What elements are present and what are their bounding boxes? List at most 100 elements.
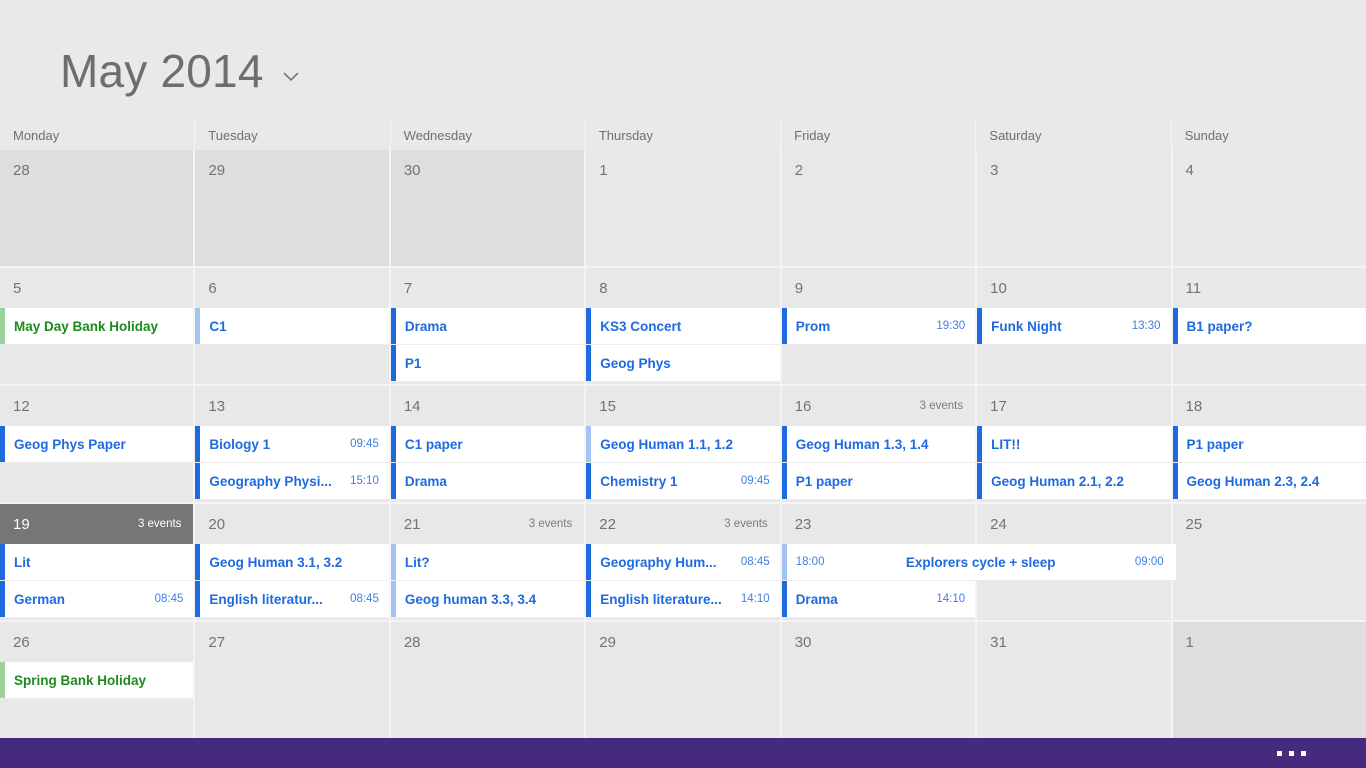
day-number: 10: [990, 279, 1007, 297]
event-item[interactable]: Geog Human 1.3, 1.4: [781, 426, 976, 463]
day-cell-3[interactable]: 3: [975, 150, 1171, 266]
month-selector[interactable]: May 2014: [60, 48, 302, 94]
day-cell-1[interactable]: 1: [1170, 622, 1366, 738]
event-item[interactable]: Biology 1 09:45: [195, 426, 389, 463]
day-cell-18[interactable]: 18 P1 paper Geog Human 2.3, 2.4: [1170, 386, 1366, 502]
event-item[interactable]: German 08:45: [0, 581, 194, 618]
day-cell-11[interactable]: 11 B1 paper?: [1170, 268, 1366, 384]
event-item[interactable]: Spring Bank Holiday: [0, 662, 194, 699]
day-cell-29[interactable]: 29: [584, 622, 780, 738]
event-item[interactable]: KS3 Concert: [586, 308, 780, 345]
event-item[interactable]: C1 paper: [390, 426, 585, 463]
day-number: 9: [794, 279, 804, 297]
day-header: 15: [586, 386, 779, 426]
day-events: [0, 190, 193, 266]
event-item[interactable]: B1 paper?: [1172, 308, 1366, 345]
event-title: Geog human 3.3, 3.4: [404, 591, 537, 607]
day-cell-27[interactable]: 27: [193, 622, 389, 738]
event-item[interactable]: Drama 14:10: [781, 581, 976, 618]
event-accent-bar: [0, 308, 5, 344]
day-cell-15[interactable]: 15 Geog Human 1.1, 1.2 Chemistry 1 09:45: [584, 386, 780, 502]
week-row: 12 Geog Phys Paper 13 Biology 1 09:45 Geograp…: [0, 386, 1366, 504]
day-cell-22[interactable]: 22 3 events Geography Hum... 08:45 English l…: [584, 504, 780, 620]
event-item[interactable]: C1: [195, 308, 389, 345]
event-item-spanning[interactable]: 18:00 Explorers cycle + sleep 09:00: [781, 544, 1176, 581]
day-cell-26[interactable]: 26 Spring Bank Holiday: [0, 622, 194, 738]
day-number: 15: [599, 397, 616, 415]
event-title: P1 paper: [1186, 436, 1244, 452]
day-cell-30[interactable]: 30: [388, 150, 585, 266]
chevron-down-icon[interactable]: [280, 65, 302, 87]
event-item[interactable]: Lit: [0, 544, 194, 581]
day-cell-2[interactable]: 2: [779, 150, 976, 266]
day-cell-9[interactable]: 9 Prom 19:30: [779, 268, 976, 384]
day-cell-31[interactable]: 31: [975, 622, 1171, 738]
day-events: [782, 190, 975, 266]
day-cell-5[interactable]: 5 May Day Bank Holiday: [0, 268, 194, 384]
day-number: 4: [1185, 161, 1194, 179]
event-item[interactable]: Geog Phys Paper: [0, 426, 194, 463]
event-item[interactable]: May Day Bank Holiday: [0, 308, 194, 345]
event-item[interactable]: P1: [390, 345, 585, 382]
day-events: [195, 190, 388, 266]
event-item[interactable]: Geography Hum... 08:45: [586, 544, 780, 581]
day-cell-21[interactable]: 21 3 events Lit? Geog human 3.3, 3.4: [388, 504, 585, 620]
event-title: Lit?: [404, 554, 430, 570]
event-item[interactable]: Lit?: [390, 544, 585, 581]
event-accent-bar: [586, 426, 592, 462]
day-cell-7[interactable]: 7 Drama P1: [388, 268, 585, 384]
event-item[interactable]: Prom 19:30: [781, 308, 976, 345]
day-cell-4[interactable]: 4: [1170, 150, 1366, 266]
day-cell-13[interactable]: 13 Biology 1 09:45 Geography Physi... 15:10: [193, 386, 389, 502]
event-item[interactable]: Drama: [390, 463, 585, 500]
event-item[interactable]: Geog human 3.3, 3.4: [390, 581, 585, 618]
day-cell-14[interactable]: 14 C1 paper Drama: [388, 386, 585, 502]
event-title: English literature...: [600, 591, 722, 607]
event-item[interactable]: Chemistry 1 09:45: [586, 463, 780, 500]
calendar-app: May 2014 Monday Tuesday Wednesday Thursday F…: [0, 0, 1366, 768]
event-item[interactable]: Drama: [390, 308, 585, 345]
event-item[interactable]: English literatur... 08:45: [195, 581, 389, 618]
day-header: 29: [586, 622, 779, 662]
event-title: Geog Human 2.3, 2.4: [1186, 473, 1320, 489]
day-cell-10[interactable]: 10 Funk Night 13:30: [975, 268, 1171, 384]
day-cell-28[interactable]: 28: [388, 622, 585, 738]
day-cell-23[interactable]: 23 Drama 14:10 18:00 Explorers cycle + sleep…: [779, 504, 1176, 620]
event-item[interactable]: P1 paper: [1172, 426, 1366, 463]
day-cell-17[interactable]: 17 LIT!! Geog Human 2.1, 2.2: [975, 386, 1171, 502]
event-item[interactable]: Geog Human 3.1, 3.2: [195, 544, 389, 581]
day-cell-28[interactable]: 28: [0, 150, 194, 266]
event-item[interactable]: P1 paper: [781, 463, 976, 500]
day-cell-1[interactable]: 1: [584, 150, 780, 266]
day-cell-25[interactable]: 25: [1170, 504, 1366, 620]
day-cell-29[interactable]: 29: [193, 150, 389, 266]
day-number: 30: [403, 161, 421, 179]
event-item[interactable]: LIT!!: [977, 426, 1171, 463]
event-title: German: [14, 591, 66, 607]
ellipsis-icon[interactable]: [1277, 750, 1306, 756]
event-item[interactable]: Funk Night 13:30: [977, 308, 1171, 345]
weekday-header-monday: Monday: [13, 127, 60, 143]
event-item[interactable]: Geog Human 1.1, 1.2: [586, 426, 780, 463]
day-cell-12[interactable]: 12 Geog Phys Paper: [0, 386, 194, 502]
event-accent-bar: [1172, 426, 1178, 462]
day-cell-19[interactable]: 19 3 events Lit German 08:45: [0, 504, 194, 620]
day-cell-8[interactable]: 8 KS3 Concert Geog Phys: [584, 268, 780, 384]
event-accent-bar: [390, 426, 396, 462]
event-title: Prom: [795, 318, 831, 334]
day-cell-16[interactable]: 16 3 events Geog Human 1.3, 1.4 P1 paper: [779, 386, 976, 502]
day-events: [1173, 544, 1366, 620]
event-title: Geog Human 1.3, 1.4: [795, 436, 929, 452]
event-accent-bar: [1172, 463, 1178, 499]
event-item[interactable]: Geog Human 2.1, 2.2: [977, 463, 1171, 500]
day-events: [391, 190, 584, 266]
day-cell-30[interactable]: 30: [779, 622, 976, 738]
event-item[interactable]: Geography Physi... 15:10: [195, 463, 389, 500]
day-cell-20[interactable]: 20 Geog Human 3.1, 3.2 English literatur..…: [193, 504, 389, 620]
event-item[interactable]: English literature... 14:10: [586, 581, 780, 618]
event-accent-bar: [0, 544, 5, 580]
event-item[interactable]: Geog Human 2.3, 2.4: [1172, 463, 1366, 500]
day-cell-6[interactable]: 6 C1: [193, 268, 389, 384]
day-events: P1 paper Geog Human 2.3, 2.4: [1172, 426, 1366, 502]
event-item[interactable]: Geog Phys: [586, 345, 780, 382]
